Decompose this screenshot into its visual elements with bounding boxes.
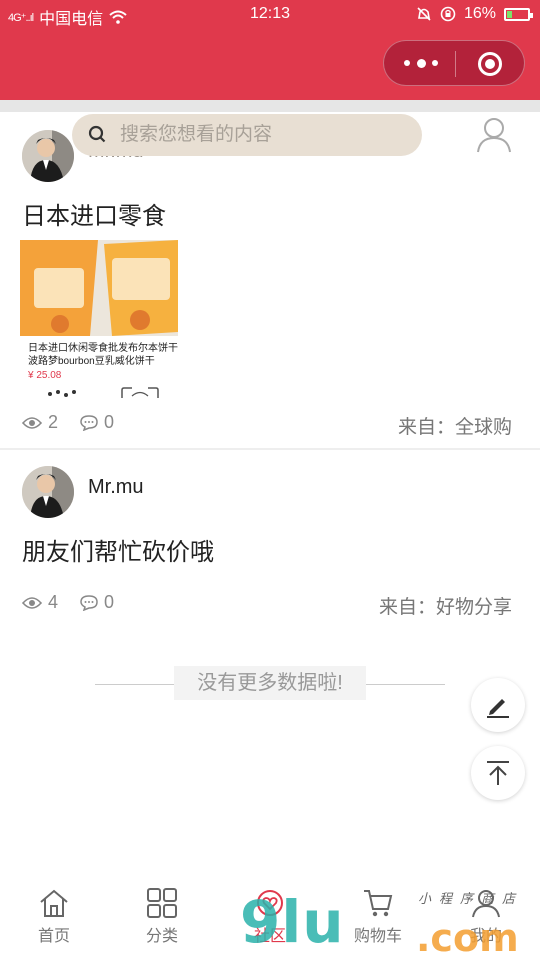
bell-off-icon <box>417 7 431 21</box>
tab-category[interactable]: 分类 <box>108 888 216 946</box>
view-count: 2 <box>22 412 58 433</box>
battery-percent: 16% <box>463 5 496 22</box>
goods-image <box>20 240 178 336</box>
status-bar: 4G⁺..ıl 中国电信 12:13 16% <box>0 0 540 30</box>
user-profile-icon[interactable] <box>476 116 512 154</box>
tab-community[interactable]: 社区 <box>216 888 324 946</box>
qr-code-icon <box>48 390 76 397</box>
cart-icon <box>364 890 393 917</box>
miniprogram-capsule <box>383 40 525 86</box>
tab-home[interactable]: 首页 <box>0 888 108 946</box>
no-more-data-text: 没有更多数据啦! <box>174 666 366 700</box>
post-title: 朋友们帮忙砍价哦 <box>22 539 214 566</box>
pencil-icon <box>487 699 509 718</box>
avatar[interactable] <box>22 466 74 518</box>
close-miniprogram-icon[interactable] <box>478 52 502 76</box>
battery-icon <box>504 7 533 21</box>
post-source[interactable]: 来自：好物分享 <box>379 592 512 619</box>
community-icon <box>257 890 283 916</box>
more-icon[interactable] <box>404 53 438 73</box>
tab-cart[interactable]: 购物车 <box>324 888 432 946</box>
search-bar[interactable] <box>72 114 422 156</box>
post-card[interactable]: Mr.mu 日本进口零食 日本进口休闲零食批发布尔本饼干波路梦bourbon豆乳… <box>0 118 540 448</box>
bottom-tab-bar: 首页 分类 社区 购物车 我的 <box>0 880 540 960</box>
goods-name: 日本进口休闲零食批发布尔本饼干波路梦bourbon豆乳威化饼干 <box>28 343 178 367</box>
post-title: 日本进口零食 <box>22 203 166 230</box>
post-stats: 2 0 <box>22 412 136 433</box>
capsule-divider <box>455 51 456 77</box>
header-bar: 4G⁺..ıl 中国电信 12:13 16% <box>0 0 540 100</box>
write-post-button[interactable] <box>471 678 525 732</box>
post-source[interactable]: 来自：全球购 <box>398 412 512 439</box>
author-name: Mr.mu <box>88 476 144 498</box>
header-divider <box>0 100 540 112</box>
grid-icon <box>147 888 177 918</box>
comment-icon <box>80 414 98 431</box>
home-icon <box>40 889 68 917</box>
goods-price: ¥ 25.08 <box>28 370 62 381</box>
search-input[interactable] <box>120 120 410 150</box>
scan-icon <box>121 387 159 398</box>
comment-count: 0 <box>80 412 114 433</box>
tab-mine[interactable]: 我的 <box>432 888 540 946</box>
comment-icon <box>80 594 98 611</box>
comment-count: 0 <box>80 592 114 613</box>
post-card[interactable]: Mr.mu 朋友们帮忙砍价哦 4 0 来自：好物分享 <box>0 450 540 625</box>
avatar[interactable] <box>22 130 74 182</box>
post-stats: 4 0 <box>22 592 136 613</box>
user-icon <box>472 890 500 918</box>
arrow-up-icon <box>487 761 509 785</box>
rotation-lock-icon <box>440 6 456 22</box>
view-count: 4 <box>22 592 58 613</box>
goods-card[interactable]: 日本进口休闲零食批发布尔本饼干波路梦bourbon豆乳威化饼干 ¥ 25.08 <box>20 240 178 398</box>
back-to-top-button[interactable] <box>471 746 525 800</box>
eye-icon <box>22 416 42 429</box>
eye-icon <box>22 596 42 609</box>
search-icon <box>88 125 106 143</box>
